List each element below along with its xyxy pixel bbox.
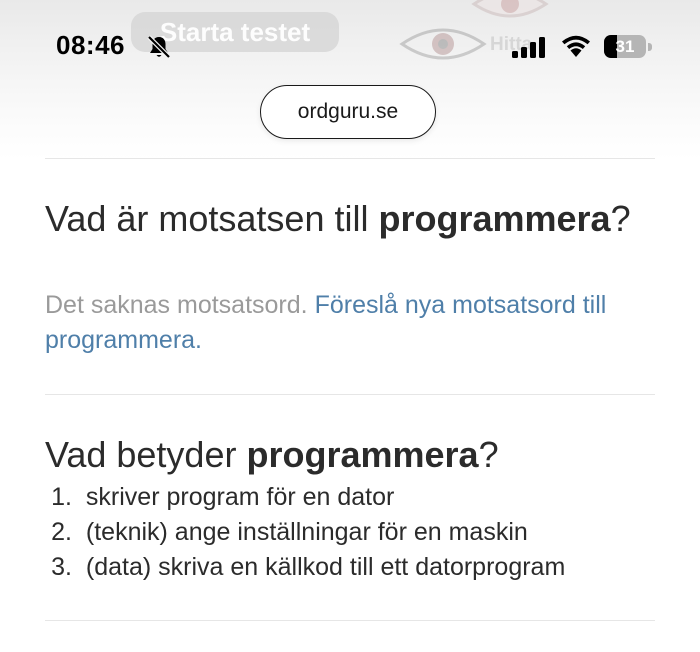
meaning-question-word: programmera [246, 434, 479, 475]
definition-text: (teknik) ange inställningar för en maski… [72, 515, 528, 550]
wifi-icon [562, 35, 590, 57]
definition-text-value: (data) skriva en källkod till ett datorp… [85, 553, 566, 581]
definition-text-value: (teknik) ange inställningar för en maski… [85, 518, 528, 546]
definition-text: skriver program för en dator [72, 480, 394, 515]
divider [45, 620, 655, 621]
address-bar[interactable]: ordguru.se [260, 85, 436, 139]
definition-list: 1. skriver program för en dator 2. (tekn… [28, 480, 565, 585]
battery-level: 31 [615, 37, 635, 56]
status-bar: 08:46 31 [0, 28, 700, 68]
battery-body: 31 [604, 35, 646, 58]
battery-tip [648, 43, 652, 51]
definition-item: 1. skriver program för en dator [28, 480, 565, 515]
definition-number: 3. [51, 553, 72, 581]
battery-indicator: 31 [604, 35, 652, 58]
cellular-signal-icon [512, 37, 545, 58]
divider [45, 394, 655, 395]
antonym-question-word: programmera [378, 198, 611, 239]
meaning-question: Vad betyder programmera? [45, 432, 665, 478]
divider [45, 158, 655, 159]
definition-number: 1. [51, 483, 72, 511]
bell-muted-icon [147, 35, 171, 59]
antonym-question: Vad är motsatsen till programmera? [45, 196, 665, 242]
ghost-eye-icon [471, 0, 549, 18]
meaning-question-prefix: Vad betyder [45, 434, 247, 475]
meaning-question-suffix: ? [478, 434, 499, 475]
antonym-note: Det saknas motsatsord. Föreslå nya motsa… [45, 288, 665, 358]
definition-item: 2. (teknik) ange inställningar för en ma… [28, 515, 565, 550]
status-time: 08:46 [56, 30, 125, 60]
definition-text-value: skriver program för en dator [85, 483, 395, 511]
definition-number: 2. [51, 518, 72, 546]
definition-item: 3. (data) skriva en källkod till ett dat… [28, 550, 565, 585]
no-antonyms-text: Det saknas motsatsord. [45, 291, 315, 319]
page: Starta testet Hitta 08:46 31 ordguru.se … [0, 0, 700, 652]
antonym-question-suffix: ? [610, 198, 631, 239]
antonym-question-prefix: Vad är motsatsen till [45, 198, 379, 239]
definition-text: (data) skriva en källkod till ett datorp… [72, 550, 565, 585]
